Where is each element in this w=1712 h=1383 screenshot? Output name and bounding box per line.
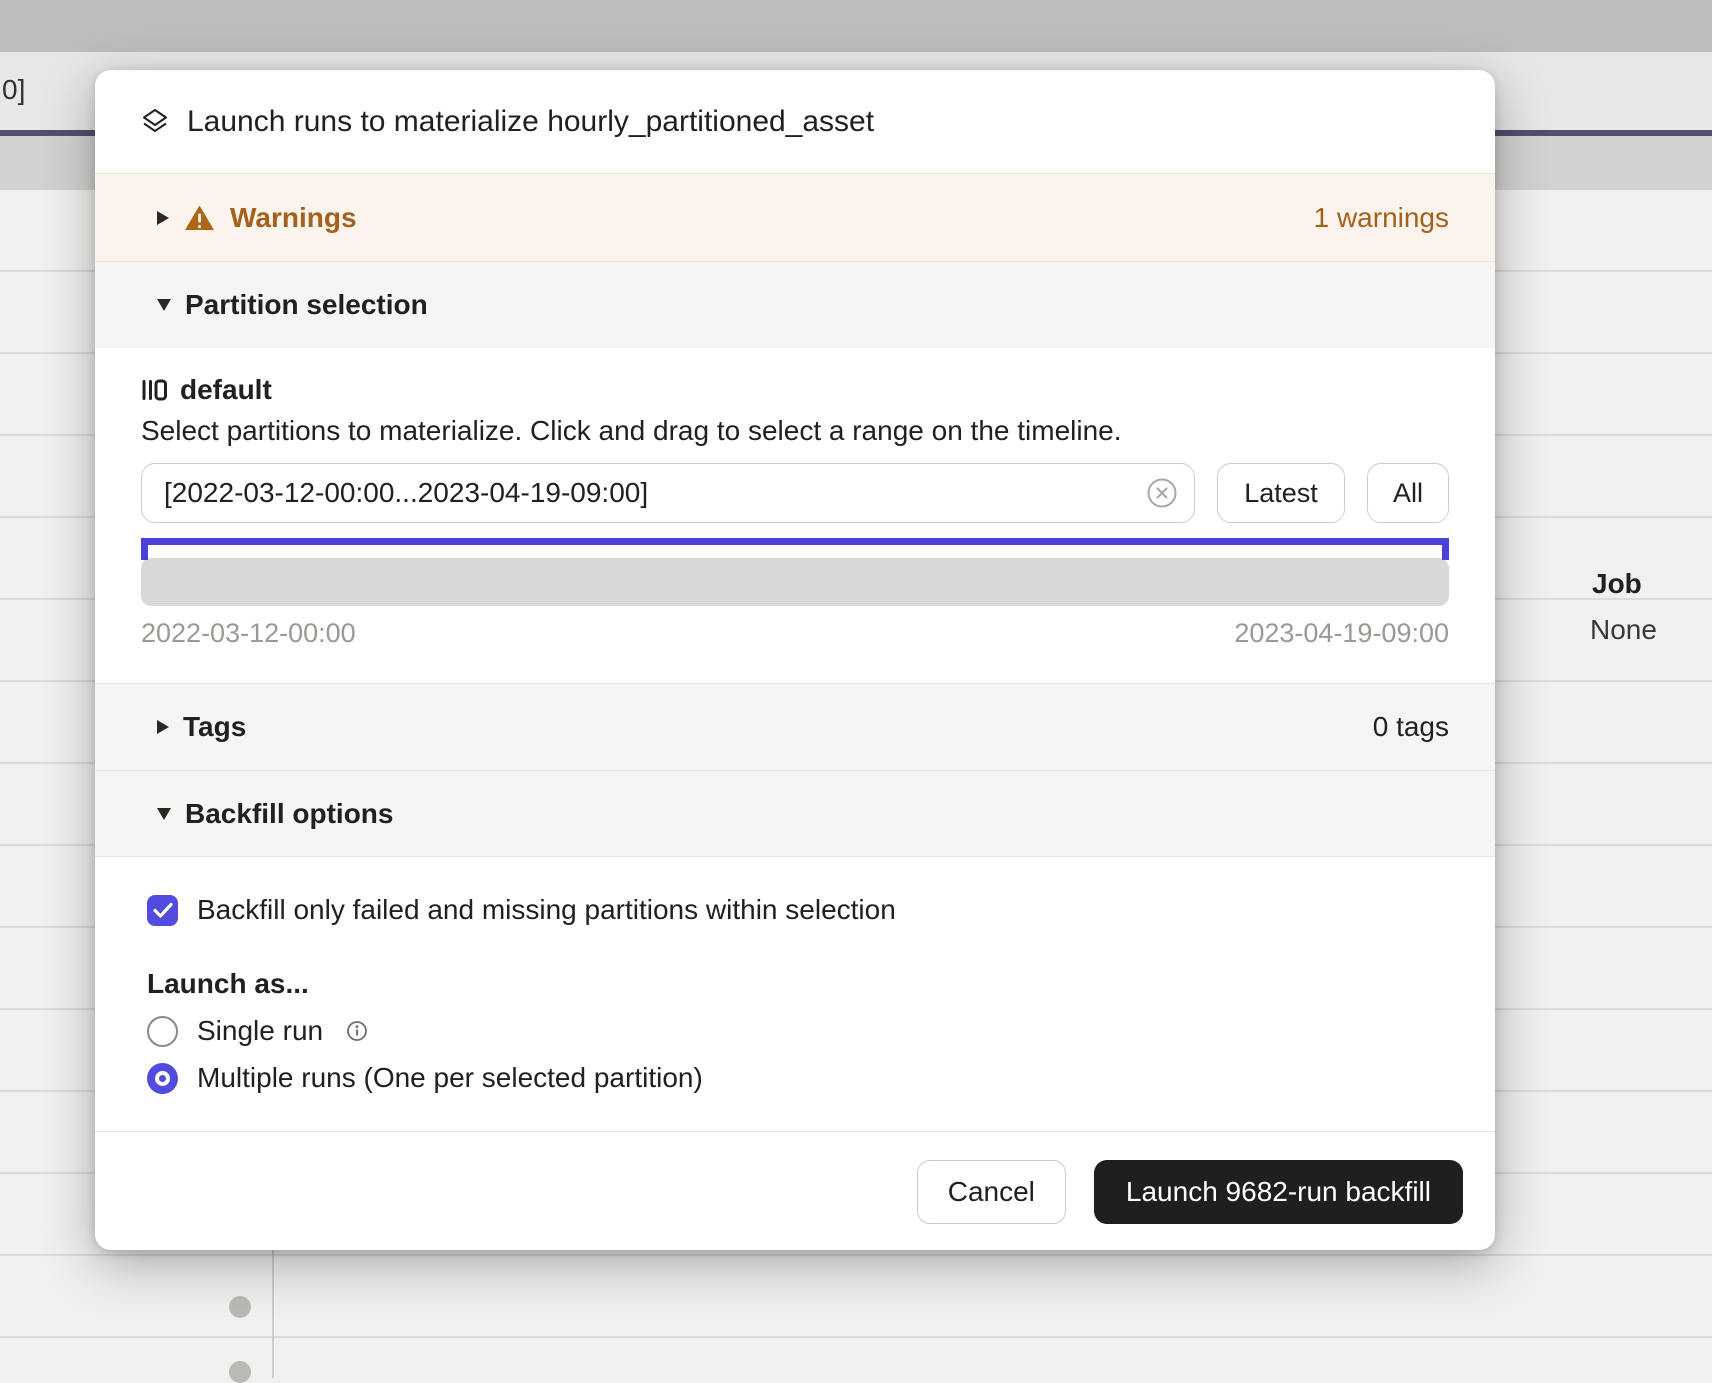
- dialog-header: Launch runs to materialize hourly_partit…: [95, 70, 1495, 173]
- radio-selected-dot: [155, 1071, 170, 1086]
- partition-set-name: default: [180, 374, 272, 406]
- timeline-date-labels: 2022-03-12-00:00 2023-04-19-09:00: [141, 618, 1449, 649]
- multiple-runs-radio[interactable]: [147, 1063, 178, 1094]
- partition-set-row: default: [141, 374, 1449, 406]
- tags-section-toggle[interactable]: Tags 0 tags: [95, 683, 1495, 770]
- launch-backfill-button[interactable]: Launch 9682-run backfill: [1094, 1160, 1463, 1224]
- background-job-column-value: None: [1590, 614, 1657, 646]
- partition-set-icon: [141, 377, 167, 403]
- background-partial-tag-text: 0]: [2, 74, 25, 106]
- background-top-bar: [0, 0, 1712, 52]
- multiple-runs-option: Multiple runs (One per selected partitio…: [147, 1062, 1449, 1094]
- partition-selection-toggle[interactable]: Partition selection: [95, 261, 1495, 348]
- timeline-end-date: 2023-04-19-09:00: [1234, 618, 1449, 649]
- launch-as-label: Launch as...: [147, 968, 1449, 1000]
- backfill-options-body: Backfill only failed and missing partiti…: [95, 857, 1495, 1131]
- tags-count: 0 tags: [1373, 711, 1449, 743]
- launch-backfill-dialog: Launch runs to materialize hourly_partit…: [95, 70, 1495, 1250]
- multiple-runs-label: Multiple runs (One per selected partitio…: [197, 1062, 703, 1094]
- dialog-footer: Cancel Launch 9682-run backfill: [95, 1131, 1495, 1250]
- warnings-count: 1 warnings: [1314, 202, 1449, 234]
- background-column-divider: [272, 1250, 274, 1378]
- clear-selection-icon[interactable]: [1146, 477, 1178, 509]
- backfill-options-label: Backfill options: [185, 798, 393, 830]
- chevron-down-icon: [157, 808, 171, 820]
- all-button[interactable]: All: [1367, 463, 1449, 523]
- timeline-selection-range[interactable]: [141, 538, 1449, 545]
- chevron-right-icon: [157, 720, 169, 734]
- backfill-only-failed-checkbox[interactable]: [147, 895, 178, 926]
- timeline-start-date: 2022-03-12-00:00: [141, 618, 356, 649]
- background-job-column-header: Job: [1592, 568, 1642, 600]
- partition-selection-label: Partition selection: [185, 289, 428, 321]
- info-icon[interactable]: [346, 1020, 368, 1042]
- backfill-options-toggle[interactable]: Backfill options: [95, 770, 1495, 857]
- cancel-button[interactable]: Cancel: [917, 1160, 1066, 1224]
- latest-button[interactable]: Latest: [1217, 463, 1345, 523]
- backfill-only-failed-label: Backfill only failed and missing partiti…: [197, 894, 896, 926]
- backfill-only-failed-row: Backfill only failed and missing partiti…: [147, 894, 1449, 926]
- partition-range-row: [2022-03-12-00:00...2023-04-19-09:00] La…: [141, 463, 1449, 523]
- warning-triangle-icon: [184, 204, 215, 232]
- warnings-section-toggle[interactable]: Warnings 1 warnings: [95, 173, 1495, 261]
- checkmark-icon: [153, 902, 173, 918]
- partition-selection-description: Select partitions to materialize. Click …: [141, 415, 1449, 447]
- chevron-right-icon: [157, 211, 169, 225]
- dialog-title: Launch runs to materialize hourly_partit…: [187, 105, 874, 139]
- warnings-label: Warnings: [230, 202, 357, 234]
- single-run-radio[interactable]: [147, 1016, 178, 1047]
- materialize-layers-icon: [140, 107, 170, 137]
- single-run-label: Single run: [197, 1015, 323, 1047]
- background-status-dot: [229, 1361, 251, 1383]
- single-run-option: Single run: [147, 1015, 1449, 1047]
- background-status-dot: [229, 1296, 251, 1318]
- tags-label: Tags: [183, 711, 246, 743]
- partition-range-input[interactable]: [2022-03-12-00:00...2023-04-19-09:00]: [141, 463, 1195, 523]
- partition-timeline[interactable]: [141, 558, 1449, 606]
- chevron-down-icon: [157, 299, 171, 311]
- partition-selection-body: default Select partitions to materialize…: [95, 348, 1495, 683]
- partition-range-value: [2022-03-12-00:00...2023-04-19-09:00]: [164, 477, 1146, 509]
